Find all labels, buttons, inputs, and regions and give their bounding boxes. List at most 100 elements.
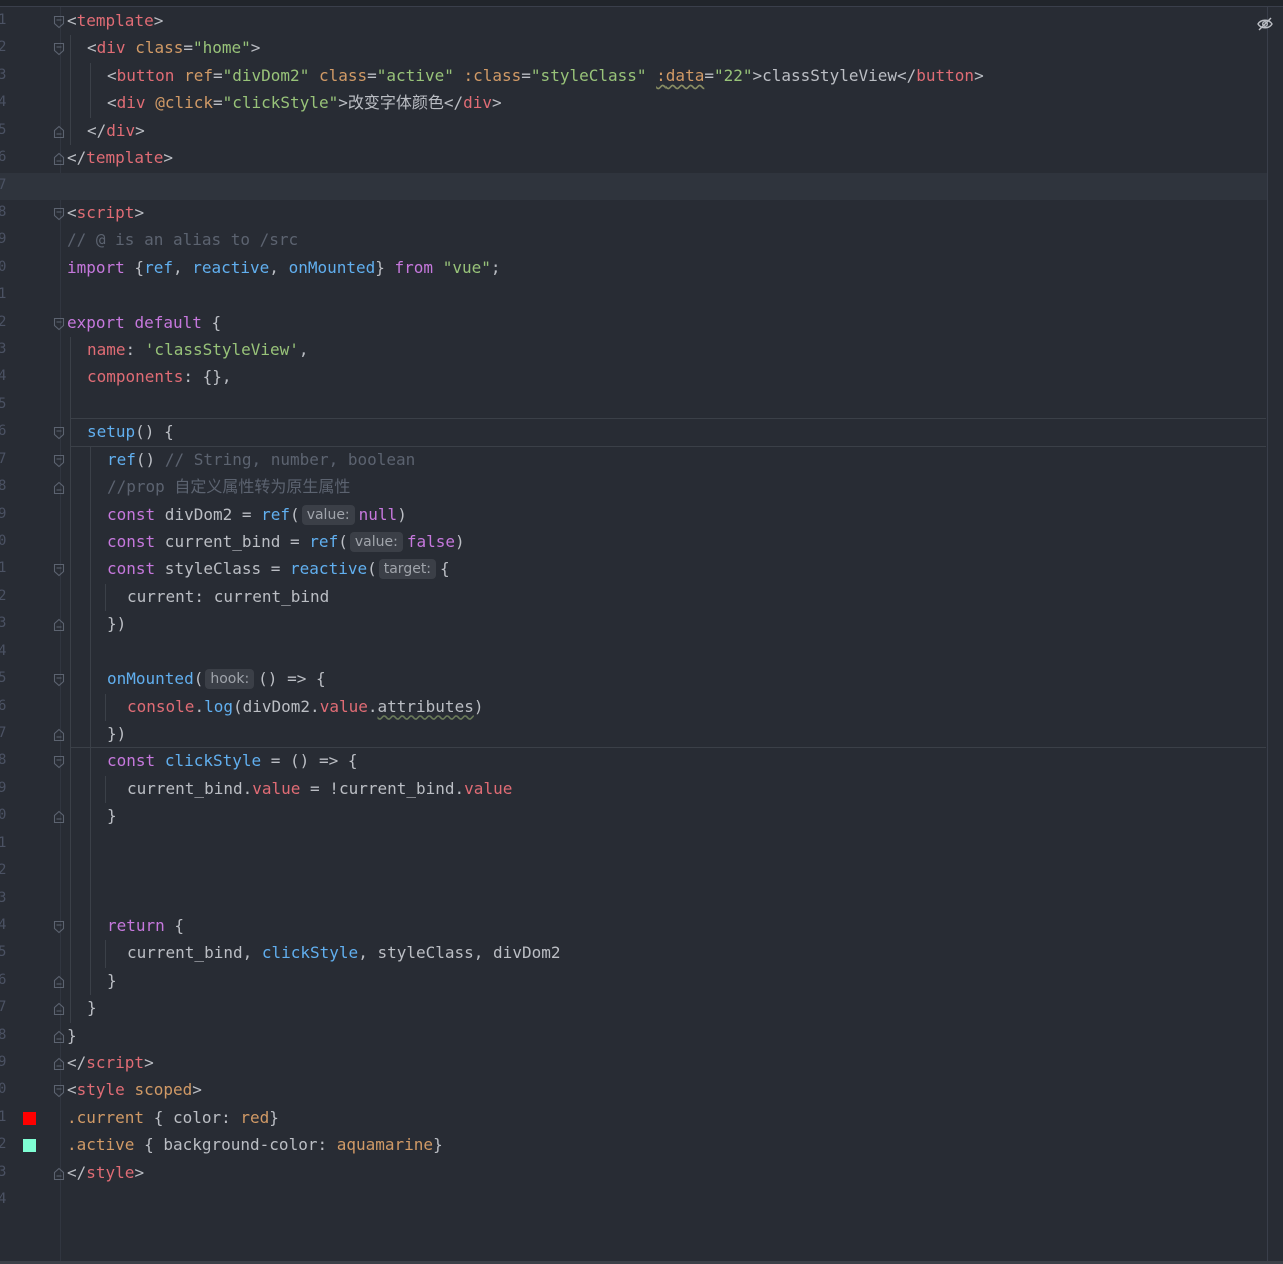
code-line[interactable]: 3}) (0, 611, 1267, 639)
color-swatch-icon[interactable] (23, 1111, 36, 1125)
code-text[interactable]: name: 'classStyleView', (87, 338, 309, 362)
code-text[interactable]: .active { background-color: aquamarine} (67, 1133, 443, 1157)
code-text[interactable]: components: {}, (87, 365, 232, 389)
code-line[interactable]: 2 current: current_bind (0, 583, 1267, 612)
code-text[interactable]: const styleClass = reactive(target:{ (107, 557, 450, 581)
code-line[interactable]: 0 <style scoped> (0, 1077, 1267, 1104)
code-line[interactable]: 4 (0, 1187, 1267, 1214)
code-line[interactable]: 1 .current { color: red} (0, 1105, 1267, 1132)
code-line[interactable]: 2 export default { (0, 310, 1267, 337)
code-text[interactable]: //prop 自定义属性转为原生属性 (107, 475, 350, 499)
code-text[interactable]: } (87, 996, 97, 1020)
code-line[interactable]: 0 const current_bind = ref(value: false) (0, 529, 1267, 557)
code-line[interactable]: 9 </script> (0, 1050, 1267, 1077)
code-text[interactable]: const divDom2 = ref(value: null) (107, 503, 407, 527)
fold-close-icon[interactable] (53, 1167, 65, 1181)
code-line[interactable]: 0 import {ref, reactive, onMounted} from … (0, 255, 1267, 282)
code-text[interactable]: <div class="home"> (87, 36, 260, 60)
fold-close-icon[interactable] (53, 1002, 65, 1016)
code-line[interactable]: 7} (0, 995, 1267, 1023)
code-line[interactable]: 5 </div> (0, 117, 1267, 146)
fold-close-icon[interactable] (53, 618, 65, 632)
code-line[interactable]: 8 <script> (0, 200, 1267, 227)
code-line[interactable]: 4 <div @click="clickStyle">改变字体颜色</div> (0, 90, 1267, 118)
code-line[interactable]: 5 (0, 391, 1267, 420)
code-editor[interactable]: 1 <template> 2 <div class="home"> 3 <button r… (0, 8, 1267, 1215)
fold-close-icon[interactable] (53, 1030, 65, 1044)
code-line[interactable]: 8 //prop 自定义属性转为原生属性 (0, 474, 1267, 502)
code-line[interactable]: 4 return { (0, 912, 1267, 941)
color-swatch-icon[interactable] (23, 1139, 36, 1153)
code-text[interactable]: </template> (67, 146, 173, 170)
code-line[interactable]: 2 .active { background-color: aquamarine} (0, 1132, 1267, 1159)
code-line[interactable]: 6 </template> (0, 145, 1267, 172)
code-line[interactable]: 5 onMounted(hook:() => { (0, 666, 1267, 694)
code-text[interactable]: </style> (67, 1161, 144, 1185)
code-text[interactable]: <style scoped> (67, 1078, 202, 1102)
fold-open-icon[interactable] (53, 920, 65, 934)
code-text[interactable]: return { (107, 914, 184, 938)
code-text[interactable]: const clickStyle = () => { (107, 749, 357, 773)
code-text[interactable]: } (67, 1024, 77, 1048)
code-line[interactable]: 1 <template> (0, 8, 1267, 35)
code-line[interactable]: 3 name: 'classStyleView', (0, 337, 1267, 365)
fold-open-icon[interactable] (53, 426, 65, 440)
code-line[interactable]: 7}) (0, 720, 1267, 749)
fold-open-icon[interactable] (53, 673, 65, 687)
fold-close-icon[interactable] (53, 975, 65, 989)
fold-open-icon[interactable] (53, 454, 65, 468)
code-line[interactable]: 2 <div class="home"> (0, 35, 1267, 63)
code-line[interactable]: 4 (0, 638, 1267, 667)
code-text[interactable]: .current { color: red} (67, 1106, 279, 1130)
code-line[interactable]: 9 const divDom2 = ref(value: null) (0, 501, 1267, 530)
code-text[interactable]: <div @click="clickStyle">改变字体颜色</div> (107, 91, 502, 115)
code-line[interactable]: 1 const styleClass = reactive(target:{ (0, 556, 1267, 584)
code-line[interactable]: 6} (0, 967, 1267, 996)
code-line[interactable]: 7 ref() // String, number, boolean (0, 446, 1267, 475)
code-text[interactable]: onMounted(hook:() => { (107, 667, 326, 691)
fold-close-icon[interactable] (53, 1057, 65, 1071)
fold-open-icon[interactable] (53, 755, 65, 769)
code-line[interactable]: 3 (0, 885, 1267, 913)
code-line[interactable]: 3 <button ref="divDom2" class="active" :c… (0, 62, 1267, 91)
code-line[interactable]: 8} (0, 1023, 1267, 1050)
code-text[interactable]: ref() // String, number, boolean (107, 448, 415, 472)
code-text[interactable]: console.log(divDom2.value.attributes) (127, 695, 483, 719)
code-text[interactable]: // @ is an alias to /src (67, 228, 298, 252)
code-line[interactable]: 7 (0, 172, 1267, 200)
code-text[interactable]: } (107, 804, 117, 828)
code-text[interactable]: current: current_bind (127, 585, 329, 609)
code-text[interactable]: current_bind, clickStyle, styleClass, di… (127, 941, 560, 965)
fold-close-icon[interactable] (53, 728, 65, 742)
code-line[interactable]: 9 // @ is an alias to /src (0, 227, 1267, 254)
code-text[interactable]: setup() { (87, 420, 174, 444)
fold-open-icon[interactable] (53, 15, 65, 29)
code-line[interactable]: 3 </style> (0, 1160, 1267, 1187)
code-line[interactable]: 1 (0, 282, 1267, 309)
code-line[interactable]: 4 components: {}, (0, 364, 1267, 392)
code-text[interactable]: import {ref, reactive, onMounted} from "… (67, 256, 501, 280)
fold-close-icon[interactable] (53, 125, 65, 139)
fold-open-icon[interactable] (53, 1084, 65, 1098)
code-text[interactable]: <button ref="divDom2" class="active" :cl… (107, 64, 984, 88)
fold-open-icon[interactable] (53, 317, 65, 331)
code-line[interactable]: 5 current_bind, clickStyle, styleClass, d… (0, 940, 1267, 968)
code-text[interactable]: current_bind.value = !current_bind.value (127, 777, 512, 801)
code-line[interactable]: 6 setup() { (0, 419, 1267, 447)
fold-close-icon[interactable] (53, 810, 65, 824)
code-line[interactable]: 1 (0, 830, 1267, 859)
code-text[interactable]: } (107, 969, 117, 993)
code-line[interactable]: 6 console.log(divDom2.value.attributes) (0, 693, 1267, 721)
fold-open-icon[interactable] (53, 563, 65, 577)
code-text[interactable]: <script> (67, 201, 144, 225)
code-text[interactable]: </div> (87, 119, 145, 143)
code-text[interactable]: }) (107, 722, 126, 746)
fold-open-icon[interactable] (53, 207, 65, 221)
fold-close-icon[interactable] (53, 152, 65, 166)
code-text[interactable]: const current_bind = ref(value: false) (107, 530, 465, 554)
fold-open-icon[interactable] (53, 42, 65, 56)
fold-close-icon[interactable] (53, 481, 65, 495)
scrollbar-track[interactable] (1267, 7, 1268, 1261)
code-text[interactable]: export default { (67, 311, 221, 335)
code-line[interactable]: 9 current_bind.value = !current_bind.valu… (0, 775, 1267, 804)
